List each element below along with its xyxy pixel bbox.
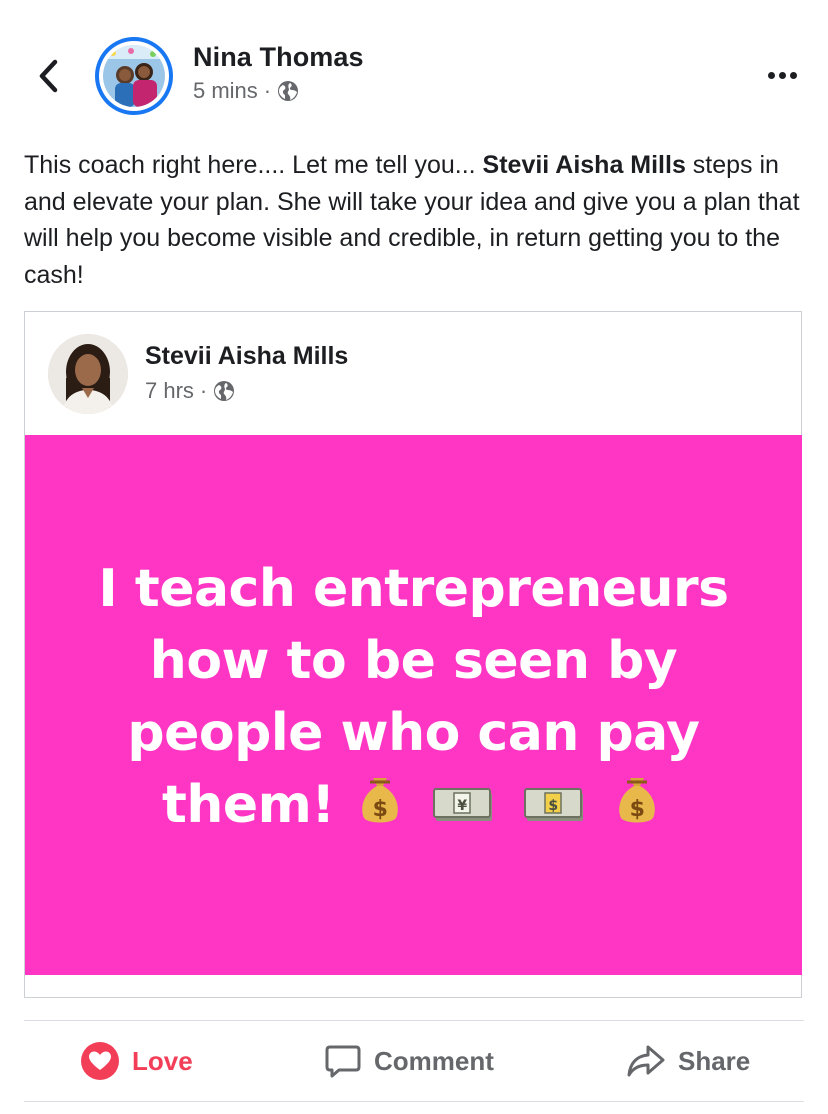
post-text: This coach right here.... Let me tell yo… — [24, 147, 804, 293]
author-name[interactable]: Nina Thomas — [193, 42, 364, 73]
dollar-banknote-icon: $ — [523, 772, 585, 844]
action-bar-divider — [24, 1020, 804, 1021]
meta-separator: · — [263, 78, 272, 103]
post-time[interactable]: 5 mins — [193, 78, 258, 104]
share-button[interactable]: Share — [626, 1036, 750, 1086]
ellipsis-dot — [789, 71, 797, 79]
money-bag-icon: $ — [358, 772, 402, 845]
chevron-left-icon — [39, 59, 58, 93]
yen-banknote-icon: ¥ — [432, 772, 494, 844]
svg-text:¥: ¥ — [457, 798, 467, 814]
money-bag-icon: $ — [615, 772, 659, 845]
love-icon — [81, 1042, 119, 1080]
post-meta: 5 mins · — [193, 78, 299, 104]
svg-text:$: $ — [630, 797, 645, 822]
comment-label: Comment — [374, 1045, 494, 1076]
love-label: Love — [132, 1045, 193, 1076]
shared-image[interactable]: I teach entrepreneurs how to be seen by … — [25, 435, 802, 975]
ellipsis-dot — [767, 71, 775, 79]
action-bar-divider — [24, 1101, 804, 1102]
post-text-before: This coach right here.... Let me tell yo… — [24, 151, 483, 179]
comment-icon — [325, 1045, 361, 1078]
ellipsis-dot — [778, 71, 786, 79]
shared-image-text-block: I teach entrepreneurs how to be seen by … — [44, 553, 784, 845]
share-label: Share — [678, 1045, 751, 1076]
back-button[interactable] — [28, 52, 68, 100]
svg-text:$: $ — [373, 797, 388, 822]
globe-icon — [214, 381, 235, 401]
globe-icon — [278, 81, 299, 101]
shared-author-avatar[interactable] — [48, 334, 128, 414]
svg-text:$: $ — [549, 798, 558, 814]
meta-separator: · — [199, 378, 208, 403]
love-button[interactable]: Love — [80, 1036, 193, 1086]
mention-link[interactable]: Stevii Aisha Mills — [483, 151, 686, 179]
avatar-photo — [103, 45, 165, 107]
shared-post-time[interactable]: 7 hrs — [145, 378, 194, 404]
more-options-button[interactable] — [760, 60, 804, 90]
shared-post-meta: 7 hrs · — [145, 378, 235, 404]
author-avatar[interactable] — [95, 37, 173, 115]
share-icon — [627, 1045, 665, 1077]
comment-button[interactable]: Comment — [324, 1036, 494, 1086]
shared-author-name[interactable]: Stevii Aisha Mills — [145, 342, 348, 371]
